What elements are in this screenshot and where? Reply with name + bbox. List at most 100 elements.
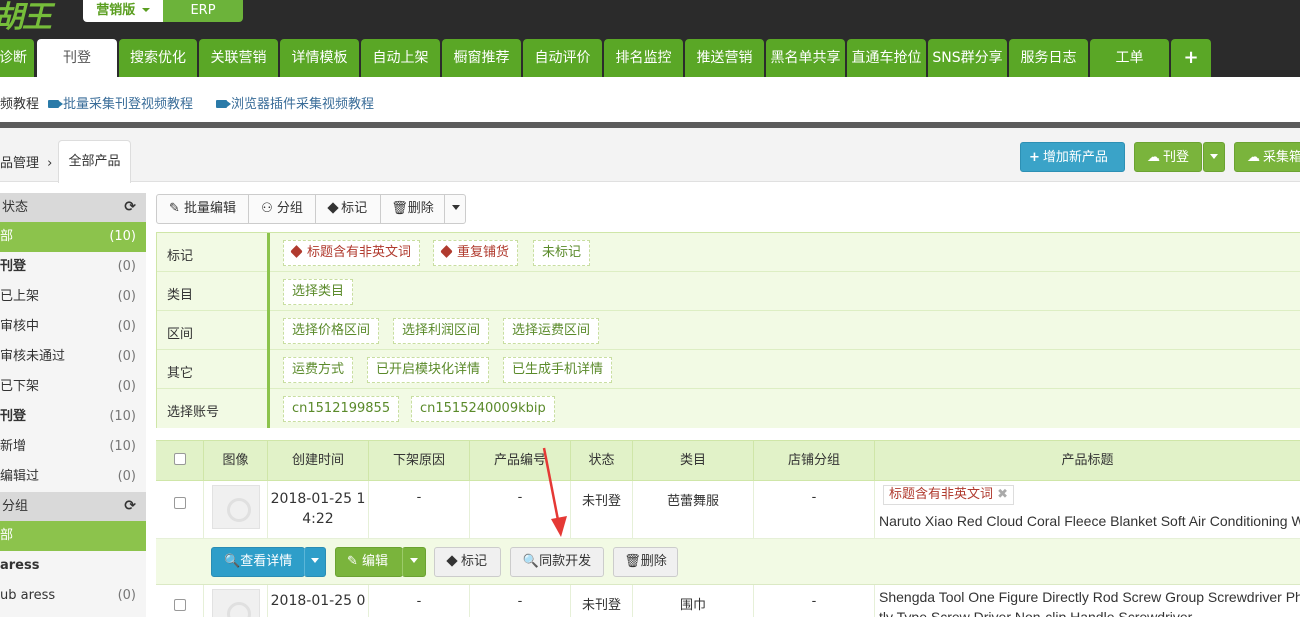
tab-train-bid[interactable]: 直通车抢位 bbox=[847, 39, 926, 77]
trash-icon: 🗑 bbox=[391, 201, 408, 216]
plus-icon: + bbox=[1029, 150, 1040, 165]
close-icon[interactable]: ✖ bbox=[997, 487, 1008, 502]
group-button[interactable]: ⚇ 分组 bbox=[249, 195, 316, 223]
row-actions: 🔍查看详情 ✎ 编辑 标记 🔍同款开发 🗑删除 bbox=[156, 539, 1300, 585]
edit-button[interactable]: ✎ 编辑 bbox=[335, 547, 403, 577]
tab-work-order[interactable]: 工单 bbox=[1090, 39, 1169, 77]
erp-switch[interactable]: ERP bbox=[163, 0, 243, 22]
tab-auto-review[interactable]: 自动评价 bbox=[523, 39, 602, 77]
tab-push-marketing[interactable]: 推送营销 bbox=[685, 39, 764, 77]
filter-tag-modular[interactable]: 已开启模块化详情 bbox=[367, 357, 490, 383]
row-checkbox[interactable] bbox=[156, 481, 204, 539]
filter-label: 其它 bbox=[167, 366, 194, 381]
tab-diagnose[interactable]: 诊断 bbox=[0, 39, 34, 77]
tab-blacklist-share[interactable]: 黑名单共享 bbox=[766, 39, 845, 77]
tab-window-recommend[interactable]: 橱窗推荐 bbox=[442, 39, 521, 77]
product-title[interactable]: Shengda Tool One Figure Directly Rod Scr… bbox=[879, 587, 1300, 607]
product-image bbox=[204, 481, 268, 539]
row-checkbox[interactable] bbox=[156, 585, 204, 617]
filter-tag-profit[interactable]: 选择利润区间 bbox=[393, 318, 490, 344]
col-image: 图像 bbox=[204, 441, 268, 482]
breadcrumb-parent[interactable]: 品管理 › bbox=[0, 152, 52, 171]
view-details-dropdown[interactable] bbox=[304, 547, 326, 577]
filter-row-mark: 标记 标题含有非英文词 重复铺货 未标记 bbox=[157, 233, 1300, 272]
tab-publish[interactable]: 刊登 bbox=[37, 39, 117, 77]
refresh-icon[interactable]: ⟳ bbox=[124, 193, 136, 222]
sidebar-item-all[interactable]: 部 (10) bbox=[0, 222, 146, 252]
sidebar-group-sub-aress[interactable]: ub aress (0) bbox=[0, 581, 146, 611]
sidebar-item-listed[interactable]: 已上架 (0) bbox=[0, 282, 146, 312]
batch-toolbar: ✎ 批量编辑 ⚇ 分组 标记 🗑删除 bbox=[156, 194, 466, 224]
filter-label: 选择账号 bbox=[167, 405, 220, 420]
refresh-icon[interactable]: ⟳ bbox=[124, 492, 136, 521]
filter-tag-category[interactable]: 选择类目 bbox=[283, 279, 354, 305]
created-time: 2018-01-25 1 4:22 bbox=[268, 481, 369, 539]
publish-dropdown[interactable] bbox=[1203, 142, 1225, 172]
filter-tag-account-1[interactable]: cn1512199855 bbox=[283, 396, 400, 422]
image-placeholder-icon bbox=[212, 589, 260, 617]
tutorial-link-label: 浏览器插件采集视频教程 bbox=[231, 97, 375, 112]
select-all-checkbox[interactable] bbox=[156, 441, 204, 482]
add-product-button[interactable]: + 增加新产品 bbox=[1020, 142, 1125, 172]
version-selector[interactable]: 营销版 bbox=[83, 0, 163, 22]
filter-row-range: 区间 选择价格区间 选择利润区间 选择运费区间 bbox=[157, 311, 1300, 350]
top-header: 胡王 营销版 ERP 诊断 刊登 搜索优化 关联营销 详情模板 自动上架 橱窗推… bbox=[0, 0, 1300, 77]
similar-dev-button[interactable]: 🔍同款开发 bbox=[510, 547, 604, 577]
tab-related-marketing[interactable]: 关联营销 bbox=[199, 39, 278, 77]
product-title-continued: tly Type Screw Driver Non-clip Handle Sc… bbox=[879, 609, 1193, 617]
filter-tag-price[interactable]: 选择价格区间 bbox=[283, 318, 380, 344]
col-created[interactable]: 创建时间 bbox=[268, 441, 369, 482]
edit-dropdown[interactable] bbox=[402, 547, 426, 577]
product-title[interactable]: Naruto Xiao Red Cloud Coral Fleece Blank… bbox=[879, 513, 1300, 529]
sidebar-item-reviewing[interactable]: 审核中 (0) bbox=[0, 312, 146, 342]
sidebar-item-edited[interactable]: 编辑过 (0) bbox=[0, 462, 146, 492]
add-tab-button[interactable]: + bbox=[1171, 39, 1211, 77]
product-number: - bbox=[470, 585, 571, 617]
filter-tag-shipping[interactable]: 选择运费区间 bbox=[503, 318, 600, 344]
tag-icon bbox=[290, 245, 303, 258]
filter-tag-unmarked[interactable]: 未标记 bbox=[533, 240, 591, 266]
collect-box-label: 采集箱 bbox=[1263, 150, 1300, 165]
filter-tag-duplicate[interactable]: 重复铺货 bbox=[433, 240, 519, 266]
tab-sns-share[interactable]: SNS群分享 bbox=[928, 39, 1007, 77]
breadcrumb-current[interactable]: 全部产品 bbox=[58, 140, 131, 183]
tab-rank-monitor[interactable]: 排名监控 bbox=[604, 39, 683, 77]
filter-tag-non-english[interactable]: 标题含有非英文词 bbox=[283, 240, 421, 266]
image-placeholder-icon bbox=[212, 485, 260, 529]
more-dropdown[interactable] bbox=[445, 195, 465, 223]
view-details-button[interactable]: 🔍查看详情 bbox=[211, 547, 305, 577]
mark-button[interactable]: 标记 bbox=[316, 195, 381, 223]
sidebar-item-rejected[interactable]: 审核未通过 (0) bbox=[0, 342, 146, 372]
col-product-no: 产品编号 bbox=[470, 441, 571, 482]
tutorial-link-batch[interactable]: 批量采集刊登视频教程 bbox=[48, 93, 193, 112]
product-title-cell: 标题含有非英文词 ✖ Naruto Xiao Red Cloud Coral F… bbox=[875, 481, 1300, 539]
sidebar-group-aress[interactable]: aress bbox=[0, 551, 146, 581]
filter-tag-mobile[interactable]: 已生成手机详情 bbox=[503, 357, 613, 383]
chevron-down-icon bbox=[141, 8, 150, 12]
tutorial-link-plugin[interactable]: 浏览器插件采集视频教程 bbox=[216, 93, 374, 112]
category-text: 围巾 bbox=[633, 585, 754, 617]
tab-search-optimize[interactable]: 搜索优化 bbox=[119, 39, 197, 77]
collect-box-button[interactable]: ☁ 采集箱 bbox=[1234, 142, 1300, 172]
filter-tag-account-2[interactable]: cn1515240009kbip bbox=[411, 396, 555, 422]
delete-button[interactable]: 🗑删除 bbox=[381, 195, 445, 223]
sidebar: 状态 ⟳ 部 (10) 刊登 (0) 已上架 (0) 审核中 (0) 审核未通过 (0) 已… bbox=[0, 193, 146, 617]
product-image bbox=[204, 585, 268, 617]
row-delete-button[interactable]: 🗑删除 bbox=[613, 547, 678, 577]
tutorial-link-label: 批量采集刊登视频教程 bbox=[63, 97, 194, 112]
tab-detail-template[interactable]: 详情模板 bbox=[280, 39, 359, 77]
version-label: 营销版 bbox=[96, 3, 136, 18]
row-mark-button[interactable]: 标记 bbox=[434, 547, 501, 577]
sidebar-item-new[interactable]: 新增 (10) bbox=[0, 432, 146, 462]
sidebar-group-all[interactable]: 部 bbox=[0, 521, 146, 551]
batch-edit-button[interactable]: ✎ 批量编辑 bbox=[157, 195, 249, 223]
publish-button[interactable]: ☁ 刊登 bbox=[1134, 142, 1202, 172]
sidebar-item-unpublished[interactable]: 刊登 (10) bbox=[0, 402, 146, 432]
sidebar-item-published[interactable]: 刊登 (0) bbox=[0, 252, 146, 282]
filter-tag-shipping-method[interactable]: 运费方式 bbox=[283, 357, 354, 383]
sidebar-item-delisted[interactable]: 已下架 (0) bbox=[0, 372, 146, 402]
tab-auto-listing[interactable]: 自动上架 bbox=[361, 39, 440, 77]
tab-service-log[interactable]: 服务日志 bbox=[1009, 39, 1088, 77]
tutorial-link-video[interactable]: 频教程 bbox=[0, 93, 39, 112]
title-warning-tag: 标题含有非英文词 ✖ bbox=[883, 485, 1015, 505]
